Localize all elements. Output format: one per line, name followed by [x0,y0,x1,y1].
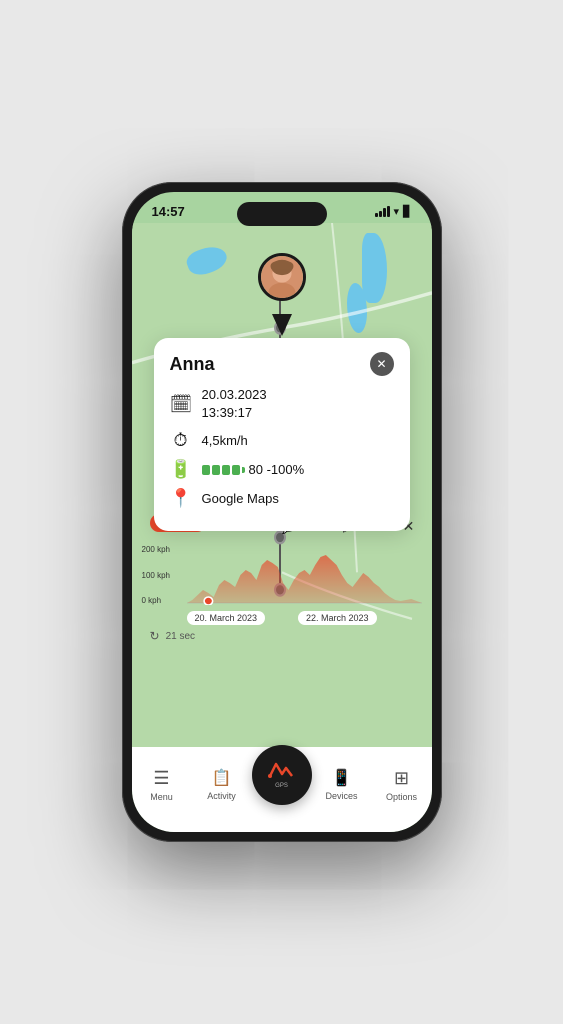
location-pin[interactable] [256,253,308,318]
popup-date: 20.03.2023 [202,386,267,404]
bottom-nav: ☰ Menu 📋 Activity GPS 📱 [132,747,432,832]
speed-chart: 200 kph 100 kph 0 kph [142,545,422,605]
date-range: 20. March 2023 22. March 2023 [187,611,377,625]
menu-icon: ☰ [153,768,169,789]
chart-label-zero: 0 kph [142,596,170,605]
paj-logo [268,760,296,782]
popup-header: Anna ✕ [170,352,394,376]
popup-datetime: 20.03.2023 13:39:17 [202,386,267,422]
popup-close-button[interactable]: ✕ [370,352,394,376]
pin-tail [272,314,292,336]
popup-time: 13:39:17 [202,404,267,422]
activity-icon: 📋 [212,768,232,788]
chart-labels: 200 kph 100 kph 0 kph [142,545,170,605]
date-end: 22. March 2023 [298,611,377,625]
popup-battery: 80 -100% [249,461,305,479]
calendar-icon: 🗓 [170,394,192,415]
options-icon: ⊞ [394,768,409,789]
popup-title: Anna [170,354,215,375]
phone-frame: 14:57 ▾ ▊ [122,182,442,842]
chart-label-mid: 100 kph [142,571,170,580]
chart-label-max: 200 kph [142,545,170,554]
popup-speed-row: ⏱ 4,5km/h [170,430,394,451]
status-icons: ▾ ▊ [375,205,412,218]
paj-sub-label: GPS [275,783,288,789]
popup-datetime-row: 🗓 20.03.2023 13:39:17 [170,386,394,422]
devices-icon: 📱 [332,768,352,788]
status-time: 14:57 [152,204,185,219]
pin-shape [256,253,308,318]
refresh-interval: 21 sec [166,631,195,642]
nav-item-options[interactable]: ⊞ Options [372,768,432,802]
nav-item-activity[interactable]: 📋 Activity [192,768,252,801]
refresh-icon: ↻ [150,629,160,643]
nav-item-devices[interactable]: 📱 Devices [312,768,372,801]
popup-maps: Google Maps [202,490,279,508]
battery-status-icon: 🔋 [170,459,192,480]
avatar-image [261,256,303,298]
popup-speed: 4,5km/h [202,432,248,450]
map-area[interactable]: Anna ✕ 🗓 20.03.2023 13:39:17 ⏱ 4,5km/h [132,223,432,747]
nav-item-paj[interactable]: GPS [252,745,312,805]
popup-maps-row: 📍 Google Maps [170,488,394,509]
signal-icon [375,206,390,217]
info-popup: Anna ✕ 🗓 20.03.2023 13:39:17 ⏱ 4,5km/h [154,338,410,531]
avatar [258,253,306,301]
phone-screen: 14:57 ▾ ▊ [132,192,432,832]
nav-label-devices: Devices [325,791,357,801]
nav-label-options: Options [386,792,417,802]
popup-battery-row: 🔋 80 -100% [170,459,394,480]
maps-icon: 📍 [170,488,192,509]
wifi-icon: ▾ [394,205,400,218]
nav-label-menu: Menu [150,792,173,802]
dynamic-island [237,202,327,226]
chart-svg-wrapper [187,545,422,605]
refresh-row: ↻ 21 sec [142,629,422,643]
nav-item-menu[interactable]: ☰ Menu [132,768,192,802]
speed-icon: ⏱ [170,430,192,451]
nav-label-activity: Activity [207,791,236,801]
date-start: 20. March 2023 [187,611,266,625]
battery-icon: ▊ [403,205,411,218]
battery-bar [202,465,245,475]
